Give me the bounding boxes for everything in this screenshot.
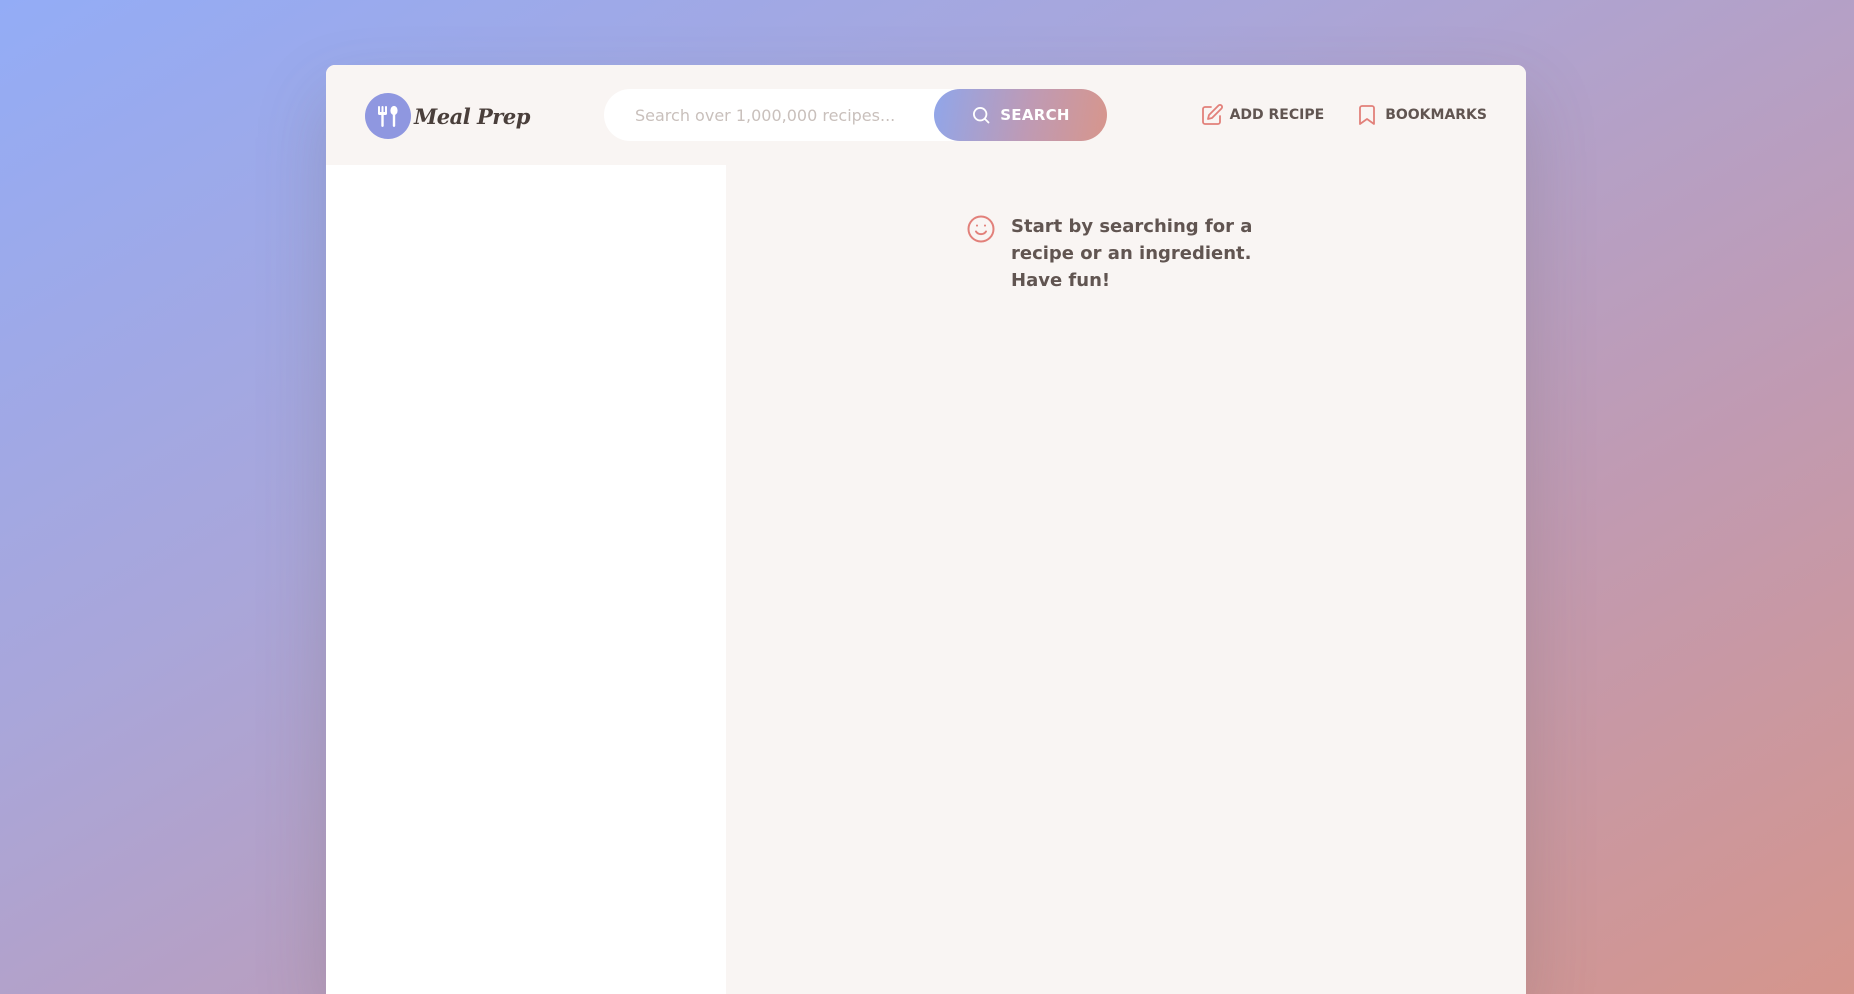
start-message: Start by searching for a recipe or an in…: [966, 213, 1296, 294]
fork-spoon-icon: [365, 93, 411, 139]
edit-icon: [1200, 103, 1224, 127]
add-recipe-label: ADD RECIPE: [1229, 107, 1325, 123]
search-button[interactable]: SEARCH: [934, 89, 1107, 141]
logo[interactable]: Meal Prep: [365, 92, 530, 140]
app-container: Meal Prep SEARCH: [326, 65, 1526, 994]
search-input[interactable]: [633, 104, 937, 126]
logo-text: Meal Prep: [414, 103, 530, 129]
recipe-panel: Start by searching for a recipe or an in…: [726, 165, 1526, 994]
search-results-panel: [326, 165, 726, 994]
header: Meal Prep SEARCH: [326, 65, 1526, 165]
smile-icon: [966, 214, 996, 244]
bookmarks-label: BOOKMARKS: [1385, 107, 1487, 123]
nav: ADD RECIPE BOOKMARKS: [1169, 100, 1487, 130]
start-message-text: Start by searching for a recipe or an in…: [1011, 216, 1253, 291]
search-button-label: SEARCH: [1000, 106, 1070, 124]
search-form: SEARCH: [604, 89, 1107, 141]
bookmarks-button[interactable]: BOOKMARKS: [1355, 103, 1487, 127]
search-icon: [971, 105, 991, 125]
add-recipe-button[interactable]: ADD RECIPE: [1200, 103, 1325, 127]
bookmark-icon: [1355, 103, 1379, 127]
